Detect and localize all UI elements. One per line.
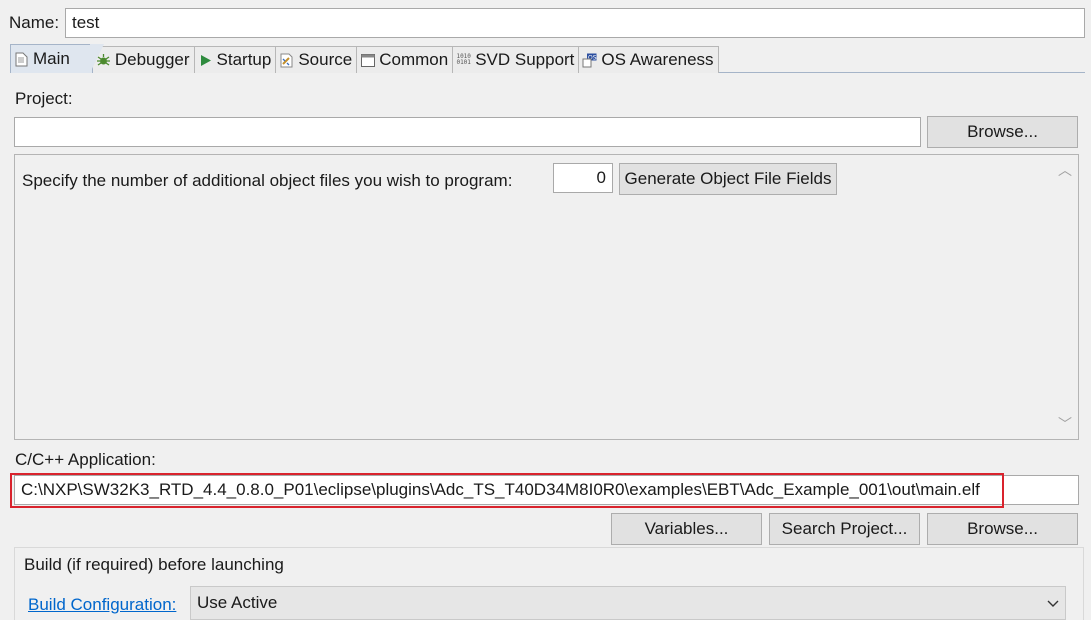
object-files-prompt: Specify the number of additional object …	[22, 171, 513, 190]
tab-source[interactable]: Source	[275, 46, 358, 73]
tab-startup[interactable]: Startup	[193, 46, 277, 73]
tab-bar: Main Debugger Startup Source Common 1010…	[10, 44, 719, 73]
build-configuration-select[interactable]: Use Active	[190, 586, 1066, 620]
application-browse-button[interactable]: Browse...	[927, 513, 1078, 545]
tab-label: OS Awareness	[601, 50, 714, 69]
object-files-panel	[14, 154, 1079, 440]
build-group-title: Build (if required) before launching	[24, 555, 288, 575]
scroll-down-icon[interactable]: ﹀	[1058, 417, 1072, 431]
highlight-box	[10, 473, 1004, 508]
build-configuration-value: Use Active	[197, 593, 278, 612]
window-icon	[360, 53, 375, 68]
build-configuration-link[interactable]: Build Configuration:	[28, 595, 176, 615]
play-icon	[198, 53, 213, 68]
tab-label: Source	[298, 50, 353, 69]
search-project-button[interactable]: Search Project...	[769, 513, 920, 545]
scroll-up-icon[interactable]: ︿	[1058, 163, 1072, 177]
tab-svd-support[interactable]: 1010 0101 SVD Support	[452, 46, 580, 73]
name-label: Name:	[9, 13, 60, 32]
binary-icon: 1010 0101	[456, 53, 471, 66]
tab-label: Debugger	[114, 50, 190, 69]
variables-button[interactable]: Variables...	[611, 513, 762, 545]
tab-main[interactable]: Main	[10, 44, 104, 73]
object-count-input[interactable]: 0	[553, 163, 613, 193]
document-icon	[14, 52, 29, 67]
panel-scrollbar[interactable]: ︿ ﹀	[1053, 155, 1077, 439]
project-browse-button[interactable]: Browse...	[927, 116, 1078, 148]
application-label: C/C++ Application:	[15, 450, 156, 469]
tab-label: Common	[379, 50, 449, 69]
tab-os-awareness[interactable]: OS OS Awareness	[578, 46, 719, 73]
source-icon	[279, 53, 294, 68]
project-input[interactable]	[14, 117, 921, 147]
tab-label: Main	[33, 49, 70, 68]
tab-label: Startup	[216, 50, 272, 69]
project-label: Project:	[15, 89, 73, 108]
chevron-down-icon	[1047, 593, 1059, 613]
os-icon: OS	[582, 53, 597, 68]
tab-common[interactable]: Common	[356, 46, 454, 73]
tab-debugger[interactable]: Debugger	[91, 46, 195, 73]
tab-label: SVD Support	[475, 50, 575, 69]
generate-object-fields-button[interactable]: Generate Object File Fields	[619, 163, 837, 195]
name-input[interactable]: test	[65, 8, 1085, 38]
